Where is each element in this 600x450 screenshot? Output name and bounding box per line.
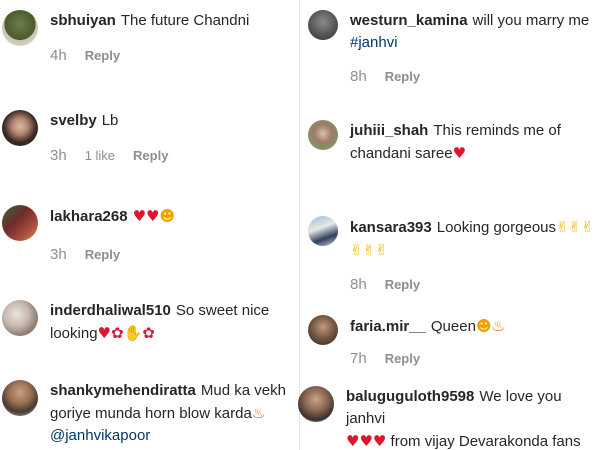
comment-text: will you marry me xyxy=(472,12,590,29)
folded-hands-emoji-icon: ✋ xyxy=(123,324,143,342)
comment-username[interactable]: lakhara268 xyxy=(50,208,128,225)
comment-username[interactable]: sbhuiyan xyxy=(50,12,116,29)
comment-username[interactable]: westurn_kamina xyxy=(350,12,468,29)
reply-button[interactable]: Reply xyxy=(133,148,168,163)
thumbs-up-emoji-icon: ✌ xyxy=(350,241,363,259)
avatar[interactable] xyxy=(2,300,38,336)
red-heart-emoji-icon: ♥ xyxy=(372,432,387,450)
rose-emoji-icon: ✿ xyxy=(111,324,124,342)
comment-item: juhiii_shah This reminds me of chandani s… xyxy=(308,120,600,165)
comment-item: westurn_kamina will you marry me #janhvi … xyxy=(308,10,600,85)
thumbs-up-emoji-icon: ✌ xyxy=(362,241,376,259)
rose-emoji-icon: ✿ xyxy=(142,324,155,342)
comment-username[interactable]: svelby xyxy=(50,112,97,129)
reply-button[interactable]: Reply xyxy=(385,351,420,366)
comment-text: Queen xyxy=(430,318,476,335)
ok-hand-emoji-icon: ✌ xyxy=(556,218,569,236)
comment-item: sbhuiyan The future Chandni 4h Reply xyxy=(2,10,249,64)
left-comments-column: sbhuiyan The future Chandni 4h Reply svel… xyxy=(0,0,300,450)
comment-time: 3h xyxy=(50,147,67,164)
comment-text-continued: from vijay Devarakonda fans xyxy=(390,433,581,450)
comment-username[interactable]: shankymehendiratta xyxy=(50,382,196,399)
comment-item: faria.mir__ Queen☻♨ 7h Reply xyxy=(308,315,600,367)
comment-item: inderdhaliwal510 So sweet nice looking♥✿✋… xyxy=(2,300,280,345)
comment-item: kansara393 Looking gorgeous✌✌✌✌✌✌ 8h Repl… xyxy=(308,216,600,293)
comment-item: baluguguloth9598 We love you janhvi ♥♥♥ f… xyxy=(298,386,600,450)
comment-username[interactable]: faria.mir__ xyxy=(350,318,426,335)
fire-emoji-icon: ♨ xyxy=(251,404,266,422)
comment-username[interactable]: kansara393 xyxy=(350,219,432,236)
hashtag-link[interactable]: #janhvi xyxy=(350,34,398,51)
thumbs-up-emoji-icon: ✌ xyxy=(375,241,388,259)
red-heart-emoji-icon: ♥ xyxy=(346,432,360,450)
avatar[interactable] xyxy=(308,216,338,246)
red-heart-emoji-icon: ♥ xyxy=(97,324,111,342)
avatar[interactable] xyxy=(298,386,334,422)
comment-time: 3h xyxy=(50,246,67,263)
fire-emoji-icon: ♨ xyxy=(491,317,506,335)
comment-username[interactable]: juhiii_shah xyxy=(350,122,428,139)
red-heart-emoji-icon: ♥ xyxy=(452,144,467,162)
avatar[interactable] xyxy=(308,10,338,40)
comment-username[interactable]: inderdhaliwal510 xyxy=(50,302,171,319)
red-heart-emoji-icon: ♥ xyxy=(359,432,373,450)
reply-button[interactable]: Reply xyxy=(85,247,120,262)
comment-text: Looking gorgeous xyxy=(436,219,557,236)
heart-eyes-emoji-icon: ☻ xyxy=(159,207,176,225)
red-heart-emoji-icon: ♥ xyxy=(146,207,160,225)
comment-time: 4h xyxy=(50,47,67,64)
comment-likes[interactable]: 1 like xyxy=(85,148,115,163)
ok-hand-emoji-icon: ✌ xyxy=(568,218,582,236)
comment-text: Lb xyxy=(101,112,119,129)
avatar[interactable] xyxy=(2,10,38,46)
avatar[interactable] xyxy=(2,110,38,146)
avatar[interactable] xyxy=(2,380,38,416)
reply-button[interactable]: Reply xyxy=(85,48,120,63)
right-comments-column: westurn_kamina will you marry me #janhvi … xyxy=(298,0,600,450)
comment-text: The future Chandni xyxy=(120,12,250,29)
comment-item: lakhara268 ♥♥☻ 3h Reply xyxy=(2,205,175,263)
red-heart-emoji-icon: ♥ xyxy=(132,207,147,225)
comment-item: svelby Lb 3h 1 like Reply xyxy=(2,110,186,164)
avatar[interactable] xyxy=(2,205,38,241)
avatar[interactable] xyxy=(308,120,338,150)
avatar[interactable] xyxy=(308,315,338,345)
comment-time: 8h xyxy=(350,68,367,85)
winking-face-emoji-icon: ☻ xyxy=(475,317,492,335)
comment-username[interactable]: baluguguloth9598 xyxy=(346,388,474,405)
reply-button[interactable]: Reply xyxy=(385,277,420,292)
mention-link[interactable]: @janhvikapoor xyxy=(50,427,150,444)
comment-time: 7h xyxy=(350,350,367,367)
comment-time: 8h xyxy=(350,276,367,293)
comment-item: shankymehendiratta Mud ka vekh goriye mun… xyxy=(2,380,290,447)
reply-button[interactable]: Reply xyxy=(385,69,420,84)
ok-hand-emoji-icon: ✌ xyxy=(581,218,594,236)
